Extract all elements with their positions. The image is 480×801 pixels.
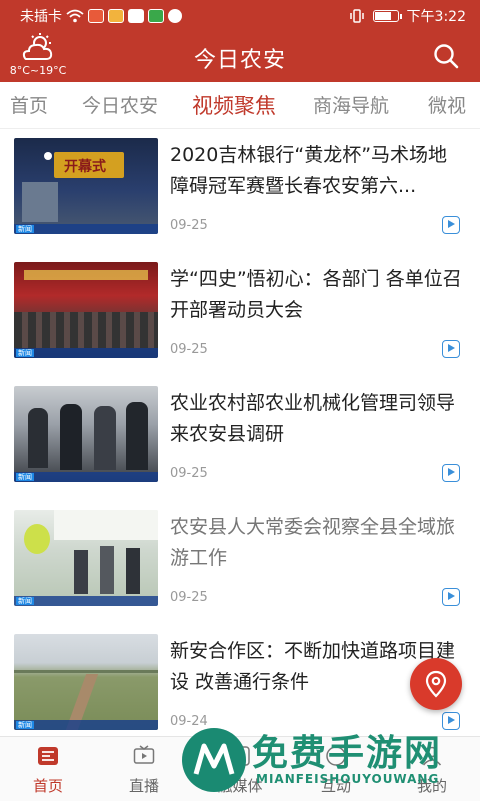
live-tv-icon (133, 745, 155, 764)
news-thumbnail: 开幕式 新闻 (14, 138, 158, 234)
news-title: 学“四史”悟初心：各部门 各单位召开部署动员大会 (170, 268, 462, 321)
battery-icon (372, 10, 402, 22)
thumbnail-tag: 新闻 (16, 473, 34, 481)
page-title: 今日农安 (193, 48, 286, 73)
tab-home[interactable]: 首页 (10, 91, 48, 118)
news-item[interactable]: 新闻 农安县人大常委会视察全县全域旅游工作 09-25 (0, 510, 480, 634)
thumbnail-tag: 新闻 (16, 225, 34, 233)
category-tabs: 首页 今日农安 视频聚焦 商海导航 微视 (0, 82, 480, 129)
carrier-label: 未插卡 (20, 9, 62, 25)
news-thumbnail: 新闻 (14, 386, 158, 482)
play-icon[interactable] (442, 340, 460, 358)
status-time: 下午3:22 (406, 9, 466, 25)
app-notification-icon (88, 9, 104, 23)
news-thumbnail: 新闻 (14, 634, 158, 730)
news-item[interactable]: 开幕式 新闻 2020吉林银行“黄龙杯”马术场地障碍冠军赛暨长春农安第六... … (0, 138, 480, 262)
location-fab-button[interactable] (410, 658, 462, 710)
tab-micro-video[interactable]: 微视 (428, 91, 466, 118)
status-left: 未插卡 (20, 6, 182, 26)
tab-business-nav[interactable]: 商海导航 (313, 91, 389, 118)
status-right: 下午3:22 (349, 6, 466, 26)
news-date: 09-25 (170, 218, 208, 233)
app-notification-icon (128, 9, 144, 23)
thumbnail-tag: 新闻 (16, 721, 34, 729)
news-date: 09-25 (170, 342, 208, 357)
app-header: 8°C~19°C 今日农安 (0, 30, 480, 82)
thumbnail-tag: 新闻 (16, 349, 34, 357)
news-thumbnail: 新闻 (14, 510, 158, 606)
nav-label: 首页 (32, 777, 63, 795)
home-news-icon (38, 747, 58, 765)
thumbnail-tag: 新闻 (16, 597, 34, 605)
watermark-logo (182, 728, 246, 792)
nav-home[interactable]: 首页 (0, 737, 96, 801)
app-notification-icon (108, 9, 124, 23)
site-watermark: 免费手游网 MIANFEISHOUYOUWANG (180, 724, 476, 796)
news-title: 农安县人大常委会视察全县全域旅游工作 (170, 516, 456, 569)
news-title: 农业农村部农业机械化管理司领导来农安县调研 (170, 392, 456, 445)
play-icon[interactable] (442, 464, 460, 482)
status-bar: 未插卡 下午3:22 (0, 0, 480, 30)
weibo-icon (168, 9, 182, 23)
news-item[interactable]: 新闻 学“四史”悟初心：各部门 各单位召开部署动员大会 09-25 (0, 262, 480, 386)
search-icon[interactable] (432, 42, 460, 70)
nav-label: 直播 (128, 777, 159, 795)
tab-today-nongan[interactable]: 今日农安 (82, 91, 158, 118)
watermark-subtitle: MIANFEISHOUYOUWANG (256, 772, 440, 786)
vibrate-icon (349, 9, 364, 23)
tab-video-focus[interactable]: 视频聚焦 (192, 90, 276, 120)
play-icon[interactable] (442, 216, 460, 234)
news-title: 2020吉林银行“黄龙杯”马术场地障碍冠军赛暨长春农安第六... (170, 144, 448, 197)
watermark-title: 免费手游网 (252, 733, 443, 774)
news-item[interactable]: 新闻 农业农村部农业机械化管理司领导来农安县调研 09-25 (0, 386, 480, 510)
location-pin-icon (425, 670, 447, 698)
wifi-icon (66, 9, 84, 23)
nav-live[interactable]: 直播 (96, 737, 192, 801)
news-date: 09-25 (170, 590, 208, 605)
news-thumbnail: 新闻 (14, 262, 158, 358)
thumbnail-caption: 开幕式 (64, 159, 106, 175)
news-date: 09-25 (170, 466, 208, 481)
play-icon[interactable] (442, 588, 460, 606)
app-notification-icon (148, 9, 164, 23)
